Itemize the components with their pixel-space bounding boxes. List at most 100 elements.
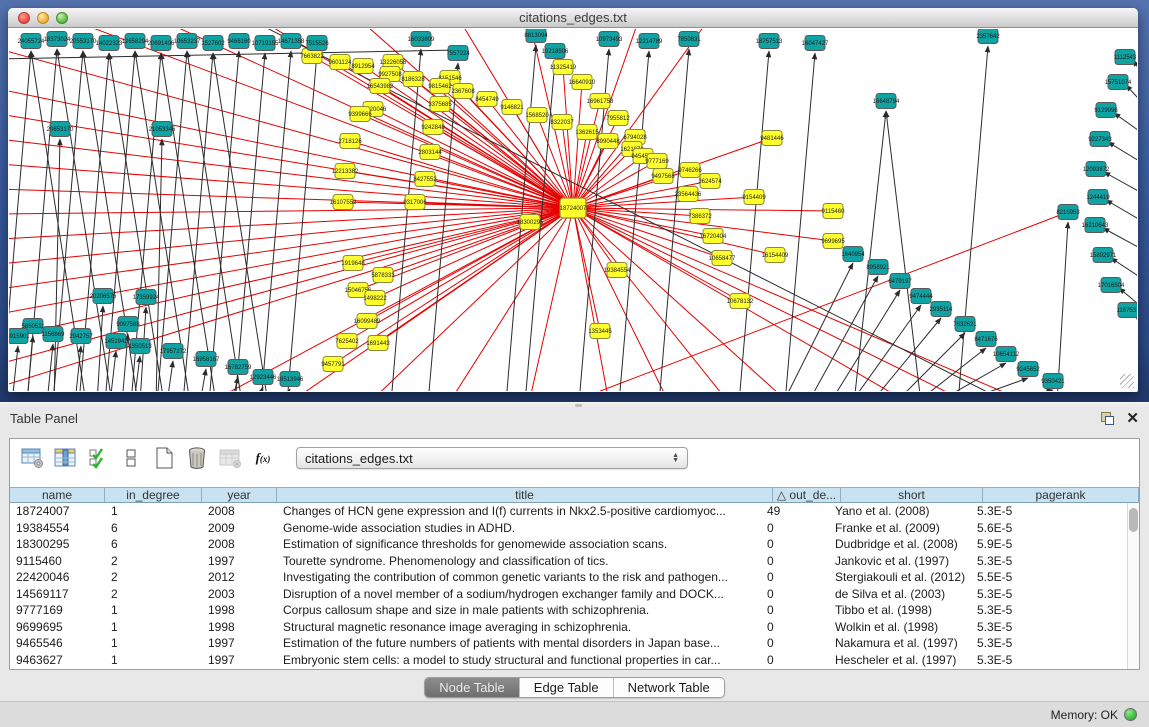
table-cell[interactable]: 6: [105, 520, 202, 537]
table-cell[interactable]: 9115460: [10, 553, 105, 570]
table-cell[interactable]: 1: [105, 602, 202, 619]
table-cell[interactable]: 5.6E-5: [971, 520, 1127, 537]
table-cell[interactable]: Corpus callosum shape and size in male p…: [277, 602, 761, 619]
table-cell[interactable]: 5.3E-5: [971, 586, 1127, 603]
window-resize-grip[interactable]: [1120, 374, 1134, 388]
table-row[interactable]: 946362711997Embryonic stem cells: a mode…: [10, 652, 1127, 669]
table-cell[interactable]: 1: [105, 635, 202, 652]
table-cell[interactable]: 1998: [202, 619, 277, 636]
table-cell[interactable]: 5.3E-5: [971, 619, 1127, 636]
function-builder-icon[interactable]: f(x): [251, 446, 275, 470]
column-header-title[interactable]: title: [277, 487, 773, 503]
table-cell[interactable]: 2: [105, 569, 202, 586]
table-cell[interactable]: Tibbo et al. (1998): [829, 602, 971, 619]
table-cell[interactable]: 0: [761, 635, 829, 652]
float-window-icon[interactable]: [1101, 412, 1114, 425]
table-cell[interactable]: 6: [105, 536, 202, 553]
table-cell[interactable]: 2: [105, 553, 202, 570]
network-view[interactable]: 1872400796011248912954132260589927508165…: [9, 29, 1137, 391]
table-cell[interactable]: Estimation of significance thresholds fo…: [277, 536, 761, 553]
table-cell[interactable]: Jankovic et al. (1997): [829, 553, 971, 570]
table-cell[interactable]: 1997: [202, 652, 277, 669]
close-panel-icon[interactable]: ✕: [1126, 412, 1139, 425]
tab-edge-table[interactable]: Edge Table: [519, 678, 613, 697]
network-window-titlebar[interactable]: citations_edges.txt: [8, 8, 1138, 28]
table-cell[interactable]: 9699695: [10, 619, 105, 636]
tab-network-table[interactable]: Network Table: [613, 678, 724, 697]
table-cell[interactable]: Yano et al. (2008): [829, 503, 971, 520]
table-cell[interactable]: 2009: [202, 520, 277, 537]
table-row[interactable]: 1830029562008Estimation of significance …: [10, 536, 1127, 553]
table-cell[interactable]: 2003: [202, 586, 277, 603]
table-cell[interactable]: 5.3E-5: [971, 652, 1127, 669]
memory-ok-indicator[interactable]: [1124, 708, 1137, 721]
table-cell[interactable]: 19384554: [10, 520, 105, 537]
column-header-name[interactable]: name: [10, 487, 105, 503]
table-cell[interactable]: 18724007: [10, 503, 105, 520]
table-cell[interactable]: 0: [761, 652, 829, 669]
table-row[interactable]: 2242004622012Investigating the contribut…: [10, 569, 1127, 586]
table-cell[interactable]: Wolkin et al. (1998): [829, 619, 971, 636]
table-cell[interactable]: 9777169: [10, 602, 105, 619]
table-cell[interactable]: 2008: [202, 536, 277, 553]
table-cell[interactable]: Estimation of the future numbers of pati…: [277, 635, 761, 652]
table-row[interactable]: 1872400712008Changes of HCN gene express…: [10, 503, 1127, 520]
table-row[interactable]: 911546021997Tourette syndrome. Phenomeno…: [10, 553, 1127, 570]
table-cell[interactable]: 9463627: [10, 652, 105, 669]
table-cell[interactable]: 0: [761, 520, 829, 537]
tab-node-table[interactable]: Node Table: [425, 678, 519, 697]
table-cell[interactable]: 0: [761, 536, 829, 553]
zoom-button[interactable]: [56, 12, 68, 24]
table-cell[interactable]: 14569117: [10, 586, 105, 603]
table-cell[interactable]: 5.3E-5: [971, 553, 1127, 570]
panel-splitter[interactable]: [0, 402, 1149, 407]
column-header-pagerank[interactable]: pagerank: [983, 487, 1139, 503]
table-row[interactable]: 1456911722003Disruption of a novel membe…: [10, 586, 1127, 603]
table-settings-icon[interactable]: [20, 446, 44, 470]
table-selector-dropdown[interactable]: citations_edges.txt ▲▼: [296, 447, 688, 469]
table-cell[interactable]: 1998: [202, 602, 277, 619]
table-cell[interactable]: 1: [105, 503, 202, 520]
table-cell[interactable]: 2012: [202, 569, 277, 586]
table-cell[interactable]: 22420046: [10, 569, 105, 586]
row-height-icon[interactable]: [119, 446, 143, 470]
table-cell[interactable]: Franke et al. (2009): [829, 520, 971, 537]
table-cell[interactable]: Tourette syndrome. Phenomenology and cla…: [277, 553, 761, 570]
table-cell[interactable]: 5.3E-5: [971, 503, 1127, 520]
table-cell[interactable]: 0: [761, 553, 829, 570]
column-header-short[interactable]: short: [841, 487, 983, 503]
table-cell[interactable]: 5.9E-5: [971, 536, 1127, 553]
table-cell[interactable]: 2008: [202, 503, 277, 520]
table-cell[interactable]: Changes of HCN gene expression and I(f) …: [277, 503, 761, 520]
table-cell[interactable]: 0: [761, 619, 829, 636]
table-cell[interactable]: 5.3E-5: [971, 635, 1127, 652]
vertical-scrollbar[interactable]: [1127, 503, 1139, 669]
table-cell[interactable]: Structural magnetic resonance image aver…: [277, 619, 761, 636]
column-header-in_degree[interactable]: in_degree: [105, 487, 202, 503]
column-header-year[interactable]: year: [202, 487, 277, 503]
table-cell[interactable]: 2: [105, 586, 202, 603]
table-row[interactable]: 969969511998Structural magnetic resonanc…: [10, 619, 1127, 636]
close-button[interactable]: [18, 12, 30, 24]
minimize-button[interactable]: [37, 12, 49, 24]
table-cell[interactable]: 5.3E-5: [971, 602, 1127, 619]
table-cell[interactable]: 1: [105, 619, 202, 636]
delete-table-icon[interactable]: [185, 446, 209, 470]
column-header-out_de[interactable]: △ out_de...: [773, 487, 841, 503]
table-cell[interactable]: Disruption of a novel member of a sodium…: [277, 586, 761, 603]
table-cell[interactable]: Hescheler et al. (1997): [829, 652, 971, 669]
table-row[interactable]: 946554611997Estimation of the future num…: [10, 635, 1127, 652]
table-row[interactable]: 977716911998Corpus callosum shape and si…: [10, 602, 1127, 619]
table-cell[interactable]: 0: [761, 586, 829, 603]
table-cell[interactable]: Nakamura et al. (1997): [829, 635, 971, 652]
table-cell[interactable]: Investigating the contribution of common…: [277, 569, 761, 586]
table-cell[interactable]: Genome-wide association studies in ADHD.: [277, 520, 761, 537]
table-cell[interactable]: 1997: [202, 635, 277, 652]
select-rows-icon[interactable]: [86, 446, 110, 470]
table-cell[interactable]: 9465546: [10, 635, 105, 652]
scrollbar-thumb[interactable]: [1129, 508, 1138, 532]
table-cell[interactable]: 1: [105, 652, 202, 669]
table-cell[interactable]: 49: [761, 503, 829, 520]
table-cell[interactable]: 5.5E-5: [971, 569, 1127, 586]
table-cell[interactable]: 18300295: [10, 536, 105, 553]
